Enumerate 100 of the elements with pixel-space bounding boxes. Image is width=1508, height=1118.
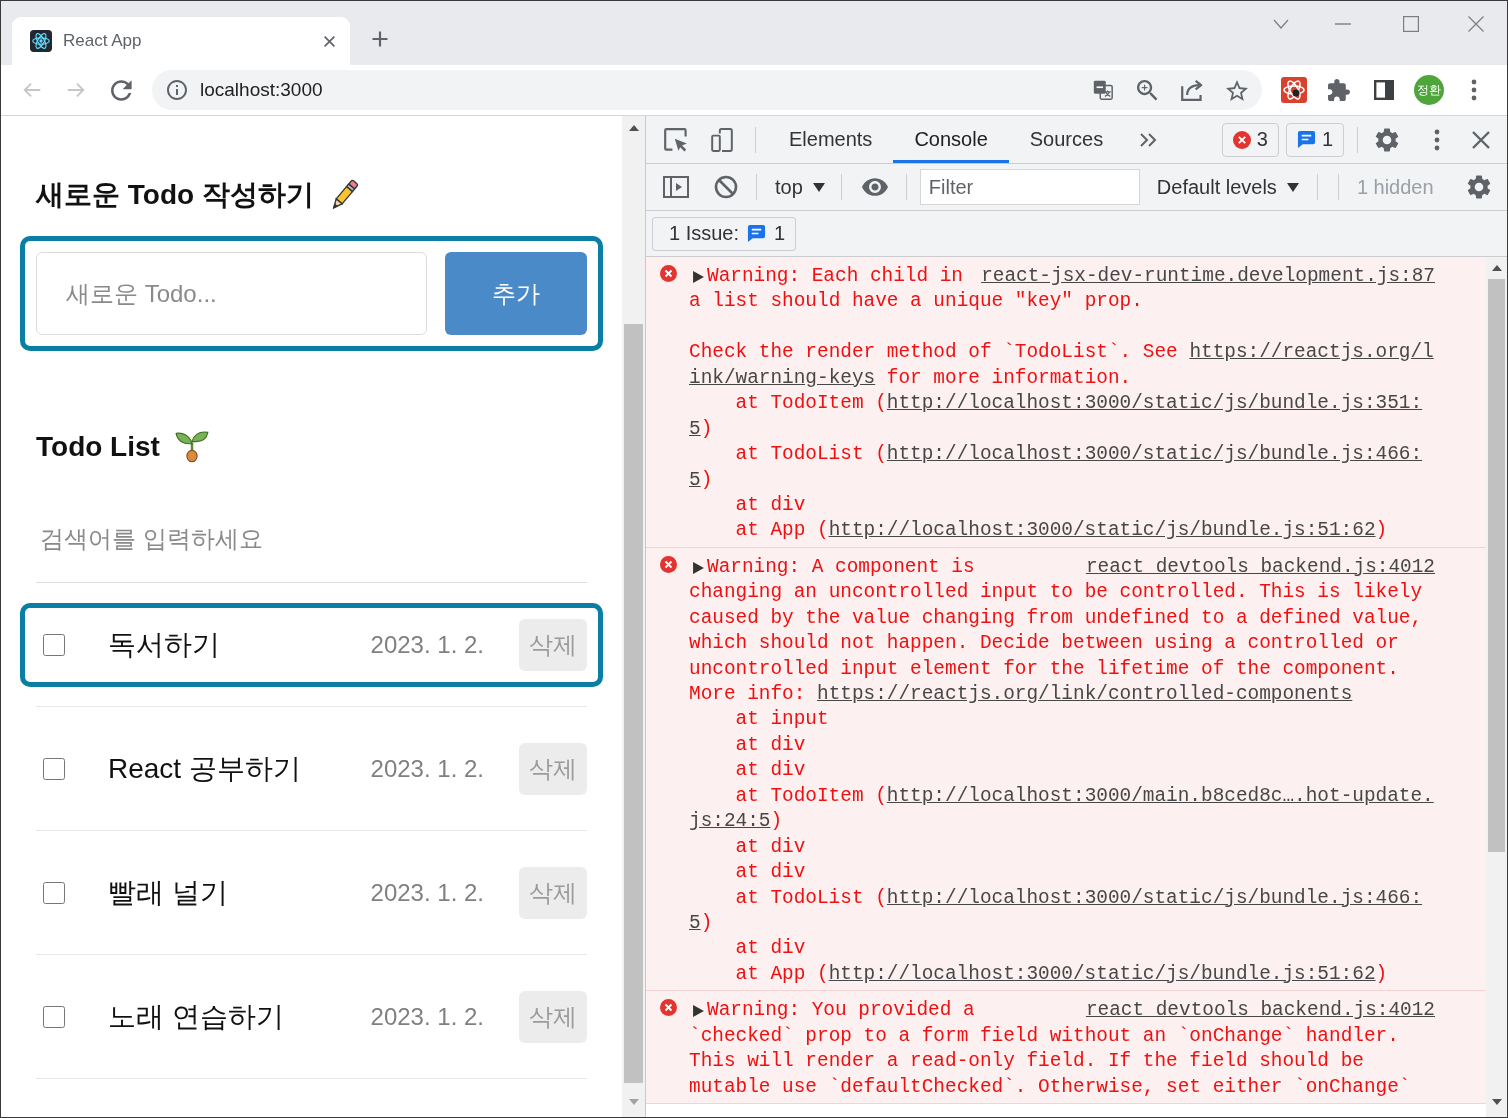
- console-link[interactable]: 5: [689, 468, 701, 491]
- close-icon[interactable]: [1468, 16, 1484, 32]
- console-text: js:24:5): [689, 809, 784, 835]
- console-link[interactable]: http://localhost:3000/static/js/bundle.js:466:: [886, 443, 1423, 466]
- console-link[interactable]: 5: [689, 911, 701, 934]
- sprout-icon: [174, 431, 209, 463]
- settings-icon[interactable]: [1467, 175, 1491, 199]
- console-text: Warning: You provided a: [707, 998, 975, 1024]
- console-text: This will render a read-only field. If the field should be: [689, 1049, 1365, 1075]
- expand-triangle-icon[interactable]: [693, 1004, 704, 1017]
- scrollbar[interactable]: [1486, 257, 1507, 1117]
- message-icon: [1296, 130, 1316, 149]
- hidden-count: 1 hidden: [1356, 175, 1434, 199]
- more-icon[interactable]: [1471, 79, 1477, 101]
- error-counter[interactable]: 3: [1221, 122, 1279, 157]
- console-text: Warning: A component is: [707, 554, 975, 580]
- source-link[interactable]: react_devtools_backend.js:4012: [1085, 554, 1435, 581]
- info-icon[interactable]: [167, 80, 187, 100]
- stack-frame: at div: [689, 758, 1435, 784]
- chevron-down-icon[interactable]: [1273, 19, 1289, 29]
- todo-date: 2023. 1. 2.: [370, 755, 484, 783]
- context-dropdown[interactable]: top: [769, 170, 831, 204]
- translate-icon[interactable]: [1092, 79, 1114, 101]
- message-counter[interactable]: 1: [1285, 122, 1344, 157]
- maximize-icon[interactable]: [1403, 16, 1419, 32]
- todo-date: 2023. 1. 2.: [370, 631, 484, 659]
- stack-frame: at div: [689, 936, 1435, 962]
- stack-frame: at div: [689, 860, 1435, 886]
- console-text: 5): [689, 416, 714, 442]
- zoom-in-icon[interactable]: [1137, 79, 1158, 101]
- add-button[interactable]: 추가: [445, 252, 587, 335]
- console-link[interactable]: https://reactjs.org/l: [1189, 341, 1434, 364]
- todo-date: 2023. 1. 2.: [370, 1003, 484, 1031]
- filter-field[interactable]: Filter: [919, 169, 1140, 205]
- error-icon: [660, 265, 677, 282]
- clear-icon[interactable]: [714, 175, 738, 199]
- address-bar[interactable]: localhost:3000: [152, 70, 1262, 110]
- console-text: 5): [689, 910, 714, 936]
- scroll-up-icon[interactable]: [628, 125, 639, 131]
- star-icon[interactable]: [1226, 79, 1248, 101]
- console-link[interactable]: http://localhost:3000/static/js/bundle.js:351:: [886, 392, 1423, 415]
- puzzle-icon[interactable]: [1328, 79, 1350, 101]
- plus-icon[interactable]: [370, 29, 390, 49]
- source-link[interactable]: react-jsx-dev-runtime.development.js:87: [981, 264, 1435, 290]
- caret-icon: [812, 182, 825, 192]
- stack-frame: at div: [689, 492, 1435, 519]
- todo-text: 빨래 널기: [108, 876, 229, 910]
- eye-icon[interactable]: [861, 178, 888, 196]
- atom-tile-icon[interactable]: [1281, 77, 1307, 103]
- device-icon[interactable]: [711, 127, 733, 152]
- error-icon: [660, 999, 677, 1017]
- source-link[interactable]: react_devtools_backend.js:4012: [1085, 998, 1435, 1024]
- console-text: ink/warning-keys for more information.: [689, 365, 1133, 391]
- console-link[interactable]: js:24:5: [689, 810, 771, 833]
- checkbox[interactable]: [43, 634, 65, 656]
- checkbox[interactable]: [43, 758, 65, 780]
- console-link[interactable]: ink/warning-keys: [689, 366, 876, 389]
- stack-frame: at TodoItem (http://localhost:3000/main.b8ced8c….hot-update.: [689, 783, 1435, 810]
- console-link[interactable]: http://localhost:3000/static/js/bundle.js:466:: [886, 886, 1423, 909]
- panel-tab[interactable]: Sources: [1008, 116, 1125, 163]
- console-text: uncontrolled input element for the lifetime of the component.: [689, 656, 1400, 682]
- expand-triangle-icon[interactable]: [693, 270, 704, 283]
- settings-icon[interactable]: [1375, 127, 1399, 152]
- console-link[interactable]: http://localhost:3000/main.b8ced8c….hot-update.: [886, 784, 1434, 807]
- stack-frame: at div: [689, 834, 1435, 861]
- scroll-up-icon[interactable]: [1491, 265, 1502, 271]
- browser-tab[interactable]: React App: [12, 17, 350, 65]
- close-icon[interactable]: [323, 34, 336, 48]
- scrollbar-thumb[interactable]: [1488, 279, 1505, 852]
- close-icon[interactable]: [1471, 129, 1491, 150]
- console-link[interactable]: http://localhost:3000/static/js/bundle.js:51:62: [828, 519, 1376, 542]
- more-icon[interactable]: [1434, 128, 1440, 151]
- issues-button[interactable]: 1 Issue: 1: [652, 216, 797, 251]
- share-icon[interactable]: [1181, 79, 1203, 101]
- chevrons-icon[interactable]: [1139, 131, 1158, 148]
- console-text: `checked` prop to a form field without an `onChange` handler.: [689, 1023, 1400, 1049]
- console-link[interactable]: https://reactjs.org/link/controlled-components: [817, 683, 1353, 705]
- todo-input[interactable]: 새로운 Todo...: [36, 252, 427, 335]
- scrollbar-thumb[interactable]: [624, 324, 643, 1083]
- message-icon: [747, 224, 767, 243]
- panel-tab[interactable]: Elements: [768, 116, 894, 163]
- stack-frame: at input: [689, 707, 1435, 733]
- reload-icon[interactable]: [111, 79, 132, 101]
- console-text: 5): [689, 467, 714, 493]
- scroll-down-icon[interactable]: [1491, 1099, 1502, 1105]
- section-title: Todo List: [36, 430, 160, 464]
- console-text: mutable use `defaultChecked`. Otherwise, set either `onChange`: [689, 1074, 1412, 1100]
- levels-dropdown[interactable]: Default levels: [1150, 170, 1305, 204]
- checkbox[interactable]: [43, 1006, 65, 1028]
- checkbox[interactable]: [43, 882, 65, 904]
- console-link[interactable]: http://localhost:3000/static/js/bundle.js:51:62: [828, 962, 1376, 985]
- scrollbar[interactable]: [622, 116, 645, 1117]
- console-text: Check the render method of `TodoList`. See https://reactjs.org/l: [689, 340, 1435, 366]
- todo-text: 독서하기: [108, 628, 221, 662]
- console-link[interactable]: 5: [689, 417, 701, 440]
- sidebar-icon[interactable]: [1374, 80, 1394, 100]
- sidebar-toggle-icon[interactable]: [663, 175, 689, 199]
- inspect-icon[interactable]: [664, 127, 688, 152]
- stack-frame: at App (http://localhost:3000/static/js/bundle.js:51:62): [689, 518, 1435, 544]
- expand-triangle-icon[interactable]: [693, 561, 704, 574]
